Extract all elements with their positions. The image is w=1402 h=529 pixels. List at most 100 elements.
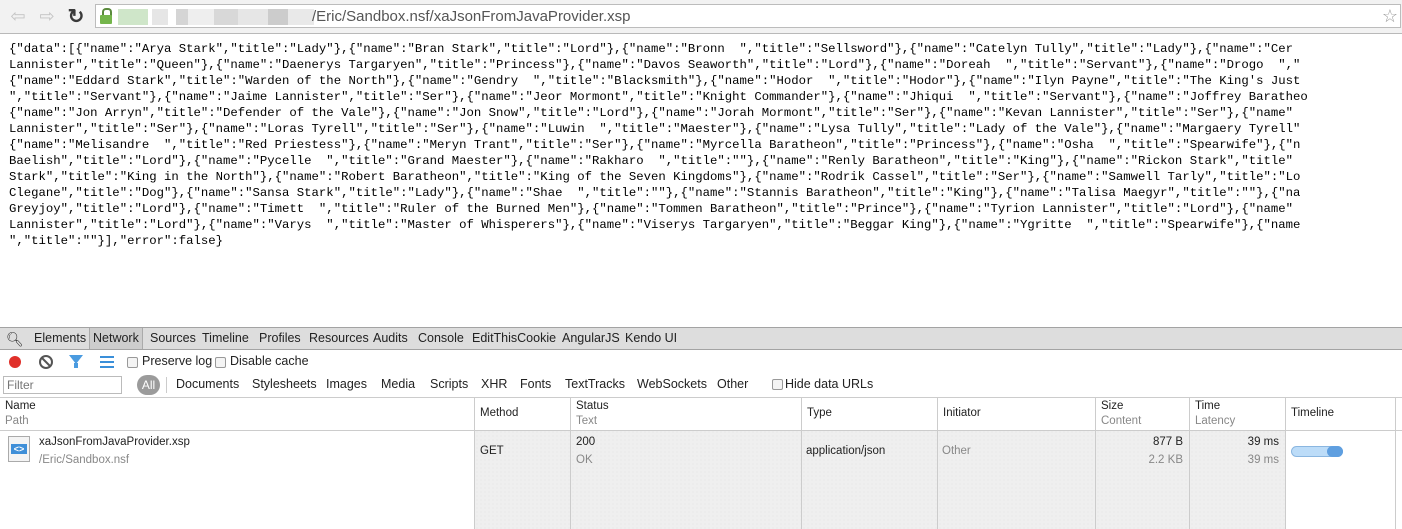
tab-resources[interactable]: Resources xyxy=(306,328,372,349)
json-line: Stark","title":"King in the North"},{"na… xyxy=(9,170,1301,184)
filter-media[interactable]: Media xyxy=(381,377,415,391)
redacted-host xyxy=(118,9,314,25)
json-line: Clegane","title":"Dog"},{"name":"Sansa S… xyxy=(9,186,1301,200)
request-method: GET xyxy=(480,445,504,457)
json-line: {"name":"Melisandre ","title":"Red Pries… xyxy=(9,138,1301,152)
column-method: Method GET xyxy=(474,398,570,529)
back-arrow-icon: ⇦ xyxy=(10,5,26,26)
header-name[interactable]: Name Path xyxy=(0,398,474,431)
header-initiator-label: Initiator xyxy=(943,407,981,419)
request-type: application/json xyxy=(806,445,886,457)
clear-icon[interactable] xyxy=(39,355,53,369)
header-text-label: Text xyxy=(576,415,598,427)
header-latency-label: Latency xyxy=(1195,415,1236,427)
json-line: Lannister","title":"Queen"},{"name":"Dae… xyxy=(9,58,1301,72)
tab-console[interactable]: Console xyxy=(415,328,467,349)
network-request-table: Name Path <> xaJsonFromJavaProvider.xsp … xyxy=(0,397,1402,529)
header-method-label: Method xyxy=(480,407,519,419)
reload-icon: ↻ xyxy=(67,5,85,28)
large-rows-icon[interactable] xyxy=(100,356,114,368)
record-icon[interactable] xyxy=(9,356,21,368)
json-line: Baelish","title":"Lord"},{"name":"Pycell… xyxy=(9,154,1294,168)
tab-kendo-ui[interactable]: Kendo UI xyxy=(622,328,680,349)
tab-timeline[interactable]: Timeline xyxy=(199,328,252,349)
hide-data-urls-checkbox[interactable] xyxy=(772,379,783,390)
forward-button[interactable]: ⇨ xyxy=(36,5,58,27)
preserve-log-label[interactable]: Preserve log xyxy=(142,354,212,368)
json-line: {"name":"Eddard Stark","title":"Warden o… xyxy=(9,74,1301,88)
tab-audits[interactable]: Audits xyxy=(370,328,411,349)
json-line: {"name":"Jon Arryn","title":"Defender of… xyxy=(9,106,1294,120)
json-line: ","title":""}],"error":false} xyxy=(9,234,224,248)
header-initiator[interactable]: Initiator xyxy=(938,398,1095,431)
header-status[interactable]: Status Text xyxy=(571,398,801,431)
lock-icon[interactable] xyxy=(100,8,112,24)
header-time[interactable]: Time Latency xyxy=(1190,398,1285,431)
filter-texttracks[interactable]: TextTracks xyxy=(565,377,625,391)
header-type[interactable]: Type xyxy=(802,398,937,431)
request-size: 877 B xyxy=(1152,436,1183,448)
request-initiator: Other xyxy=(942,445,971,457)
column-timeline: Timeline xyxy=(1285,398,1395,529)
disable-cache-checkbox[interactable] xyxy=(215,357,226,368)
request-path: /Eric/Sandbox.nsf xyxy=(39,454,130,466)
header-type-label: Type xyxy=(807,407,832,419)
filter-icon[interactable] xyxy=(69,355,83,368)
header-time-label: Time xyxy=(1195,400,1221,412)
json-line: Lannister","title":"Lord"},{"name":"Vary… xyxy=(9,218,1301,232)
filter-scripts[interactable]: Scripts xyxy=(430,377,468,391)
json-line: ","title":"Servant"},{"name":"Jaime Lann… xyxy=(9,90,1308,104)
request-latency: 39 ms xyxy=(1247,454,1279,466)
reload-button[interactable]: ↻ xyxy=(65,5,87,28)
filter-websockets[interactable]: WebSockets xyxy=(637,377,707,391)
filter-separator xyxy=(166,377,167,393)
header-timeline[interactable]: Timeline xyxy=(1286,398,1395,431)
tab-elements[interactable]: Elements xyxy=(31,328,89,349)
tab-editthiscookie[interactable]: EditThisCookie xyxy=(469,328,559,349)
script-file-icon: <> xyxy=(8,436,30,462)
filter-stylesheets[interactable]: Stylesheets xyxy=(252,377,317,391)
header-status-label: Status xyxy=(576,400,609,412)
devtools-panel: 🔍︎ Elements Network Sources Timeline Pro… xyxy=(0,327,1402,529)
address-bar[interactable]: /Eric/Sandbox.nsf/xaJsonFromJavaProvider… xyxy=(95,4,1401,28)
tab-angularjs[interactable]: AngularJS xyxy=(559,328,623,349)
devtools-tab-bar: 🔍︎ Elements Network Sources Timeline Pro… xyxy=(0,327,1402,350)
filter-other[interactable]: Other xyxy=(717,377,748,391)
forward-arrow-icon: ⇨ xyxy=(39,5,55,26)
column-filler xyxy=(1395,398,1402,529)
back-button[interactable]: ⇦ xyxy=(7,5,29,27)
url-text[interactable]: /Eric/Sandbox.nsf/xaJsonFromJavaProvider… xyxy=(312,8,630,25)
tab-network[interactable]: Network xyxy=(89,328,143,349)
request-status-text: OK xyxy=(576,454,593,466)
star-icon[interactable]: ☆ xyxy=(1382,6,1398,27)
filter-fonts[interactable]: Fonts xyxy=(520,377,551,391)
hide-data-urls-label[interactable]: Hide data URLs xyxy=(785,377,873,391)
filter-documents[interactable]: Documents xyxy=(176,377,239,391)
request-status: 200 xyxy=(576,436,596,448)
request-timeline-bar[interactable] xyxy=(1291,446,1343,457)
json-line: {"data":[{"name":"Arya Stark","title":"L… xyxy=(9,42,1294,56)
header-size[interactable]: Size Content xyxy=(1096,398,1189,431)
column-initiator: Initiator Other xyxy=(937,398,1095,529)
request-content-size: 2.2 KB xyxy=(1148,454,1183,466)
header-size-label: Size xyxy=(1101,400,1124,412)
browser-toolbar: ⇦ ⇨ ↻ /Eric/Sandbox.nsf/xaJsonFromJavaPr… xyxy=(0,0,1402,34)
request-time: 39 ms xyxy=(1247,436,1279,448)
magnifier-icon[interactable]: 🔍︎ xyxy=(6,331,24,348)
tab-profiles[interactable]: Profiles xyxy=(256,328,304,349)
json-line: Lannister","title":"Ser"},{"name":"Loras… xyxy=(9,122,1301,136)
header-content-label: Content xyxy=(1101,415,1142,427)
filter-xhr[interactable]: XHR xyxy=(481,377,507,391)
header-method[interactable]: Method xyxy=(475,398,570,431)
disable-cache-label[interactable]: Disable cache xyxy=(230,354,309,368)
network-controls: Preserve log Disable cache xyxy=(0,351,1402,373)
filter-input[interactable] xyxy=(3,376,122,394)
header-path-label: Path xyxy=(5,415,29,427)
json-line: Greyjoy","title":"Lord"},{"name":"Timett… xyxy=(9,202,1294,216)
preserve-log-checkbox[interactable] xyxy=(127,357,138,368)
column-name: Name Path <> xaJsonFromJavaProvider.xsp … xyxy=(0,398,474,529)
filter-images[interactable]: Images xyxy=(326,377,367,391)
filter-all-button[interactable]: All xyxy=(137,375,160,395)
request-name[interactable]: xaJsonFromJavaProvider.xsp xyxy=(39,436,190,448)
tab-sources[interactable]: Sources xyxy=(147,328,199,349)
